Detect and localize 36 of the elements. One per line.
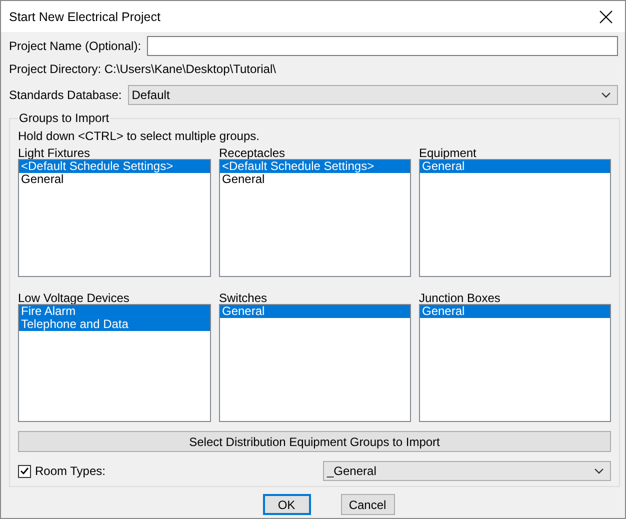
hint-text: Hold down <CTRL> to select multiple groups.: [18, 129, 260, 143]
list-box[interactable]: General: [219, 304, 411, 422]
room-types-checkbox[interactable]: [18, 464, 31, 478]
list-item[interactable]: General: [19, 173, 210, 186]
list-label: Low Voltage Devices: [18, 291, 130, 305]
list-box[interactable]: <Default Schedule Settings> General: [219, 159, 411, 277]
list-label: Receptacles: [219, 146, 286, 160]
list-label: Equipment: [419, 146, 478, 160]
project-name-field[interactable]: [147, 36, 618, 56]
distribution-groups-button[interactable]: Select Distribution Equipment Groups to Import: [18, 431, 611, 452]
standards-database-dropdown[interactable]: Default: [128, 85, 618, 105]
window-title: Start New Electrical Project: [9, 10, 160, 24]
group-title: Groups to Import: [18, 111, 110, 125]
list-item[interactable]: General: [220, 305, 410, 318]
list-item[interactable]: Fire Alarm: [19, 305, 210, 318]
list-label: Switches: [219, 291, 268, 305]
list-box[interactable]: General: [419, 304, 611, 422]
dialog-button[interactable]: Cancel: [340, 494, 394, 515]
list-item[interactable]: <Default Schedule Settings>: [19, 160, 210, 173]
list-box[interactable]: Fire Alarm Telephone and Data: [18, 304, 211, 422]
list-item[interactable]: General: [420, 305, 610, 318]
list-label: Light Fixtures: [18, 146, 92, 160]
checkbox-label: Room Types:: [35, 464, 106, 478]
close-icon[interactable]: [599, 10, 613, 24]
directory-text: Project Directory: C:\Users\Kane\Desktop\Tutorial\: [9, 61, 277, 77]
field-label: Project Name (Optional):: [9, 39, 142, 53]
field-label: Standards Database:: [9, 88, 122, 102]
list-label: Junction Boxes: [419, 291, 502, 305]
list-item[interactable]: Telephone and Data: [19, 318, 210, 331]
list-item[interactable]: General: [420, 160, 610, 173]
list-box[interactable]: General: [419, 159, 611, 277]
list-item[interactable]: General: [220, 173, 410, 186]
room-types-dropdown[interactable]: _General: [323, 461, 611, 481]
list-box[interactable]: <Default Schedule Settings> General: [18, 159, 211, 277]
dialog-button[interactable]: OK: [262, 494, 310, 515]
list-item[interactable]: <Default Schedule Settings>: [220, 160, 410, 173]
